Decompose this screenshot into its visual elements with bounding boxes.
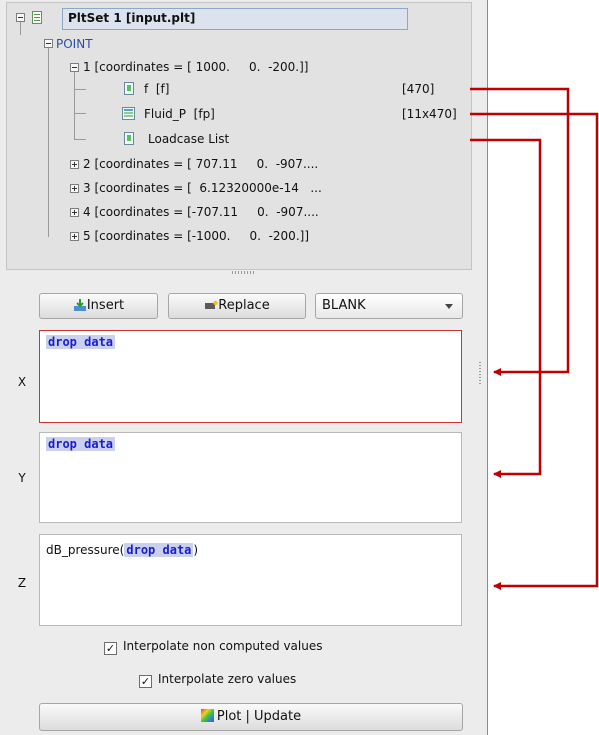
replace-icon <box>204 295 218 309</box>
z-axis-label: Z <box>17 576 27 590</box>
tree-item-f-label[interactable]: f [f] <box>144 79 169 99</box>
tree-resize-grip[interactable] <box>232 271 254 274</box>
tree-line <box>74 139 86 140</box>
pltset-file-icon <box>32 11 42 24</box>
replace-button-label: Replace <box>218 298 270 313</box>
collapse-point1-icon[interactable] <box>70 63 79 72</box>
x-axis-label: X <box>17 375 27 389</box>
blank-select-value: BLANK <box>322 298 366 313</box>
tree-point-folder-label[interactable]: POINT <box>56 34 93 54</box>
data-tree[interactable]: PltSet 1 [input.plt] POINT 1 [coordinate… <box>6 2 472 270</box>
interpolate-non-computed-option[interactable]: ✓ Interpolate non computed values <box>104 637 322 655</box>
blank-select[interactable]: BLANK <box>315 293 463 319</box>
tree-line <box>74 113 86 114</box>
interpolate-zero-option[interactable]: ✓ Interpolate zero values <box>139 670 296 688</box>
splitter-handle[interactable] <box>479 362 481 384</box>
insert-icon <box>73 297 87 311</box>
insert-button-label: Insert <box>86 298 125 313</box>
plot-icon <box>200 709 214 722</box>
x-input[interactable]: drop data <box>39 330 462 423</box>
tree-point-3-label[interactable]: 3 [coordinates = [ 6.12320000e-14 ... <box>83 178 322 198</box>
vector-icon <box>124 132 134 145</box>
expand-point2-icon[interactable] <box>70 160 79 169</box>
tree-line <box>74 89 86 90</box>
panel-border <box>487 0 488 735</box>
collapse-point-icon[interactable] <box>44 39 53 48</box>
chevron-down-icon <box>445 304 453 309</box>
y-drop-token[interactable]: drop data <box>46 437 116 451</box>
interpolate-non-computed-checkbox[interactable]: ✓ <box>104 642 117 655</box>
tree-root-label[interactable]: PltSet 1 [input.plt] <box>68 8 195 28</box>
arrow-fluidp-to-z <box>470 112 599 590</box>
expand-point4-icon[interactable] <box>70 208 79 217</box>
tree-item-fluid-p-label[interactable]: Fluid_P [fp] <box>144 104 215 124</box>
tree-point-1-label[interactable]: 1 [coordinates = [ 1000. 0. -200.]] <box>83 57 308 77</box>
tree-point-4-label[interactable]: 4 [coordinates = [-707.11 0. -907.... <box>83 202 319 222</box>
z-prefix: dB_pressure( <box>46 543 125 557</box>
interpolate-non-computed-label: Interpolate non computed values <box>123 639 323 653</box>
tree-line <box>74 69 75 139</box>
expand-point5-icon[interactable] <box>70 232 79 241</box>
z-drop-token[interactable]: drop data <box>124 543 194 557</box>
insert-button[interactable]: Insert <box>39 293 158 319</box>
tree-point-2-label[interactable]: 2 [coordinates = [ 707.11 0. -907.... <box>83 154 318 174</box>
interpolate-zero-checkbox[interactable]: ✓ <box>139 675 152 688</box>
y-axis-label: Y <box>18 471 26 485</box>
tree-item-f-size: [470] <box>402 82 435 96</box>
tree-point-5-label[interactable]: 5 [coordinates = [-1000. 0. -200.]] <box>83 226 309 246</box>
tree-line <box>48 43 49 237</box>
collapse-root-icon[interactable] <box>16 13 25 22</box>
tree-item-fluid-p-size: [11x470] <box>402 107 457 121</box>
tree-line <box>20 22 21 35</box>
plot-update-label: Plot | Update <box>216 709 302 724</box>
matrix-icon <box>122 107 135 120</box>
vector-icon <box>124 82 134 95</box>
replace-button[interactable]: Replace <box>168 293 306 319</box>
z-suffix: ) <box>193 543 199 557</box>
plot-update-button[interactable]: Plot | Update <box>39 703 463 731</box>
interpolate-zero-label: Interpolate zero values <box>158 672 297 686</box>
z-input[interactable]: dB_pressure(drop data) <box>39 534 462 626</box>
x-drop-token[interactable]: drop data <box>46 335 116 349</box>
expand-point3-icon[interactable] <box>70 184 79 193</box>
y-input[interactable]: drop data <box>39 432 462 523</box>
tree-item-loadcase-label[interactable]: Loadcase List <box>148 129 229 149</box>
